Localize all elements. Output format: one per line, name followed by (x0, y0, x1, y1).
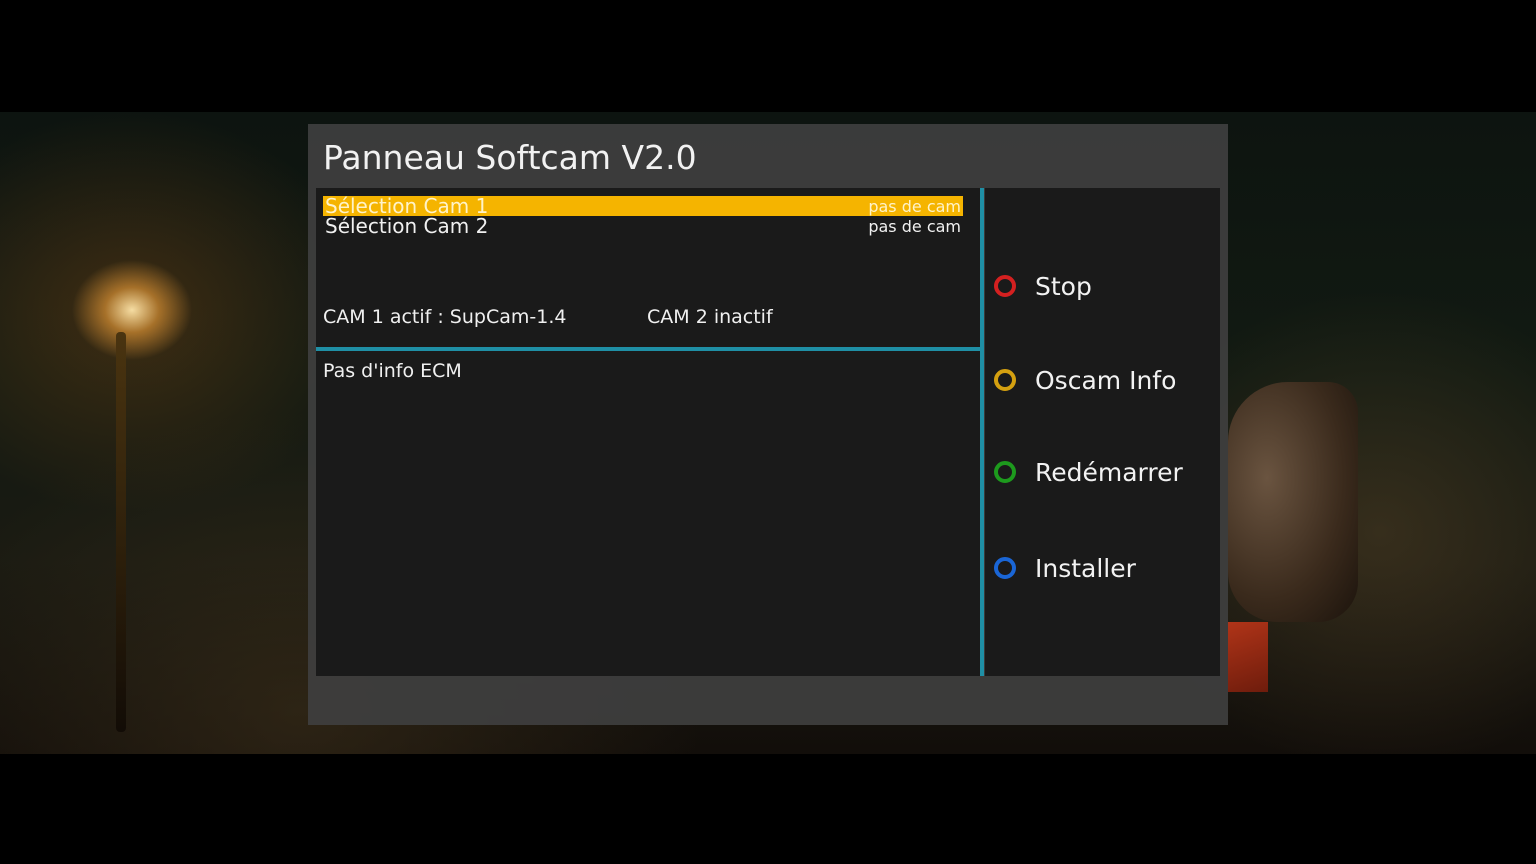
ecm-info-text: Pas d'info ECM (323, 360, 462, 382)
cam-2-label: Sélection Cam 2 (325, 214, 489, 238)
yellow-circle-icon (994, 369, 1016, 391)
oscam-info-button-label: Oscam Info (1035, 365, 1177, 395)
horizontal-divider (316, 347, 980, 351)
restart-button[interactable]: Redémarrer (994, 457, 1183, 487)
cam-2-status: CAM 2 inactif (647, 306, 773, 328)
person-scarf-image (1228, 622, 1268, 692)
stop-button-label: Stop (1035, 271, 1092, 301)
cam-1-value: pas de cam (868, 196, 961, 216)
softcam-panel: Panneau Softcam V2.0 Sélection Cam 1 pas… (308, 124, 1228, 725)
install-button[interactable]: Installer (994, 553, 1136, 583)
cam-1-status: CAM 1 actif : SupCam-1.4 (323, 306, 567, 328)
oscam-info-button[interactable]: Oscam Info (994, 365, 1176, 395)
restart-button-label: Redémarrer (1035, 457, 1183, 487)
cam-selection-area (316, 188, 980, 676)
cam-1-selection-row[interactable]: Sélection Cam 1 pas de cam (323, 194, 963, 218)
panel-title: Panneau Softcam V2.0 (323, 138, 697, 177)
red-circle-icon (994, 275, 1016, 297)
cam-2-value: pas de cam (868, 216, 961, 236)
install-button-label: Installer (1035, 553, 1136, 583)
stop-button[interactable]: Stop (994, 271, 1092, 301)
green-circle-icon (994, 461, 1016, 483)
blue-circle-icon (994, 557, 1016, 579)
cam-2-selection-row[interactable]: Sélection Cam 2 pas de cam (323, 214, 963, 238)
vertical-divider (980, 188, 984, 676)
torch-image (116, 332, 126, 732)
color-buttons-area (985, 188, 1220, 676)
person-hat-image (1228, 382, 1358, 622)
